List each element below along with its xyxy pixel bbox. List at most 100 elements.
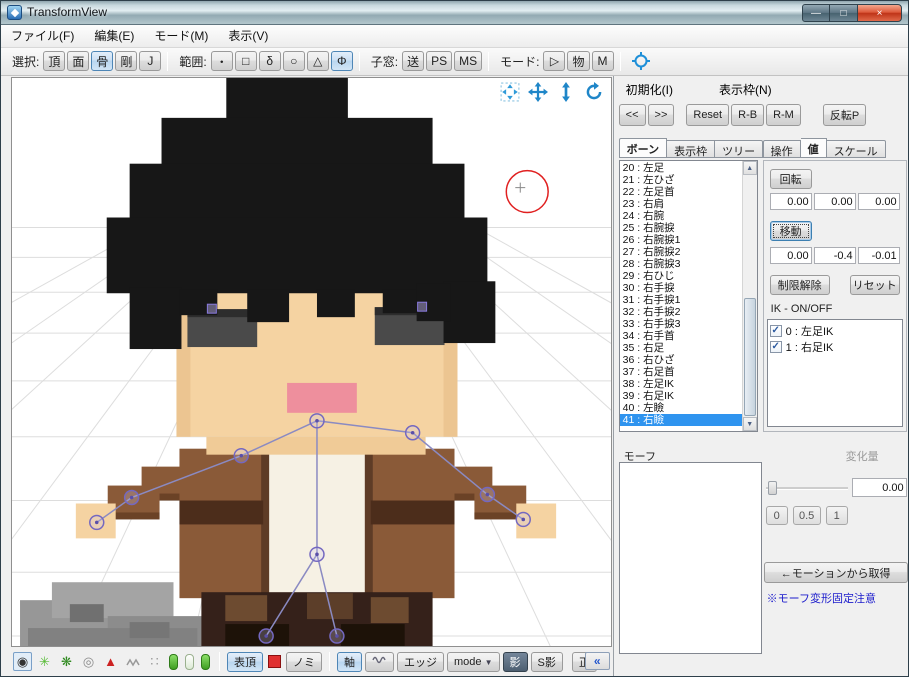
bone-list-item[interactable]: 24 : 右腕	[620, 210, 742, 222]
amount-value-field[interactable]	[851, 478, 907, 497]
shadow-button[interactable]: 影	[502, 651, 528, 672]
rotate-button[interactable]: 回転	[769, 169, 812, 189]
move-y-field[interactable]	[813, 247, 856, 264]
bone-list-item[interactable]: 34 : 右手首	[620, 330, 742, 342]
scroll-down-icon[interactable]: ▼	[742, 417, 757, 431]
range-polygon-button[interactable]: △	[306, 51, 329, 72]
collapse-panel-button[interactable]: «	[584, 652, 610, 670]
nomi-button[interactable]: ノミ	[286, 651, 322, 672]
zigzag-icon[interactable]	[123, 652, 142, 671]
move-button[interactable]: 移動	[769, 221, 812, 241]
bone-list-item[interactable]: 37 : 右足首	[620, 366, 742, 378]
scrollbar-thumb[interactable]	[743, 298, 756, 416]
menu-view[interactable]: 表示(V)	[218, 24, 278, 47]
bone-list-item[interactable]: 26 : 右腕捩1	[620, 234, 742, 246]
slider-handle[interactable]	[767, 481, 777, 495]
quick-05-button[interactable]: 0.5	[792, 506, 821, 525]
bone-list-item[interactable]: 20 : 左足	[620, 162, 742, 174]
checkbox-checked-icon[interactable]: ✓	[769, 325, 782, 337]
tab-operation[interactable]: 操作	[762, 140, 801, 158]
bone-list-item[interactable]: 41 : 右瞼	[619, 414, 742, 426]
range-circle-button[interactable]: ○	[282, 51, 305, 72]
bone-list-item[interactable]: 25 : 右腕捩	[620, 222, 742, 234]
bone-list-item[interactable]: 35 : 右足	[620, 342, 742, 354]
3d-viewport[interactable]	[11, 77, 612, 647]
amount-slider[interactable]	[765, 480, 848, 496]
init-menu[interactable]: 初期化(I)	[618, 78, 681, 101]
rb-button[interactable]: R-B	[731, 104, 765, 126]
move-view-button[interactable]	[527, 82, 549, 102]
front-vertex-button[interactable]: 表頂	[227, 651, 263, 672]
mode-dropdown[interactable]: mode ▼	[447, 651, 500, 672]
target-icon[interactable]	[631, 51, 651, 71]
morph-list[interactable]	[618, 462, 762, 654]
mode-object-button[interactable]: 物	[567, 51, 590, 72]
bone-list-item[interactable]: 29 : 右ひじ	[620, 270, 742, 282]
green-capsule2-icon[interactable]	[201, 653, 210, 670]
select-rigid-button[interactable]: 剛	[115, 51, 138, 72]
range-phi-button[interactable]: Φ	[330, 51, 353, 72]
pan-view-button[interactable]	[499, 82, 521, 102]
bone-list-item[interactable]: 30 : 右手捩	[620, 282, 742, 294]
invert-p-button[interactable]: 反転P	[822, 104, 867, 126]
child-ms-button[interactable]: MS	[454, 51, 483, 72]
axis-button[interactable]: 軸	[337, 651, 362, 672]
bone-list-item[interactable]: 23 : 右肩	[620, 198, 742, 210]
range-lasso-button[interactable]: δ	[258, 51, 281, 72]
child-ps-button[interactable]: PS	[426, 51, 453, 72]
titlebar[interactable]: TransformView — □ ×	[1, 1, 908, 25]
bone-list-item[interactable]: 40 : 左瞼	[620, 402, 742, 414]
ik-item[interactable]: ✓ 1 : 右足IK	[769, 339, 900, 355]
select-face-button[interactable]: 面	[67, 51, 90, 72]
red-triangle-icon[interactable]: ▲	[101, 652, 120, 671]
menu-mode[interactable]: モード(M)	[144, 24, 218, 47]
move-z-field[interactable]	[857, 247, 900, 264]
prev-button[interactable]: <<	[618, 104, 646, 126]
reset-button[interactable]: Reset	[686, 104, 730, 126]
tab-scale[interactable]: スケール	[826, 140, 886, 158]
rotate-z-field[interactable]	[857, 193, 900, 210]
mode-play-button[interactable]: ▷	[543, 51, 566, 72]
bone-list-item[interactable]: 38 : 左足IK	[620, 378, 742, 390]
tab-display-frame[interactable]: 表示枠	[667, 140, 716, 158]
quick-1-button[interactable]: 1	[825, 506, 848, 525]
bone-list-item[interactable]: 28 : 右腕捩3	[620, 258, 742, 270]
scroll-up-icon[interactable]: ▲	[742, 161, 757, 175]
viewport-canvas[interactable]	[12, 78, 611, 646]
zoom-view-button[interactable]	[555, 82, 577, 102]
checkbox-checked-icon[interactable]: ✓	[769, 341, 782, 353]
bone-list-item[interactable]: 39 : 右足IK	[620, 390, 742, 402]
bone-list-item[interactable]: 22 : 左足首	[620, 186, 742, 198]
next-button[interactable]: >>	[647, 104, 675, 126]
select-bone-button[interactable]: 骨	[91, 51, 114, 72]
rm-button[interactable]: R-M	[766, 104, 801, 126]
minimize-button[interactable]: —	[802, 4, 830, 23]
bone-list[interactable]: 20 : 左足 21 : 左ひざ 22 : 左足首 23 : 右肩 24 : 右腕 25 …	[619, 161, 742, 431]
maximize-button[interactable]: □	[830, 4, 857, 23]
edge-button[interactable]: エッジ	[397, 651, 444, 672]
bone-list-item[interactable]: 33 : 右手捩3	[620, 318, 742, 330]
scrollbar-track[interactable]	[743, 175, 757, 417]
white-capsule-icon[interactable]	[185, 653, 194, 670]
menu-edit[interactable]: 編集(E)	[84, 24, 144, 47]
self-shadow-button[interactable]: S影	[530, 651, 563, 672]
bone-list-item[interactable]: 36 : 右ひざ	[620, 354, 742, 366]
wave-button[interactable]	[365, 651, 394, 672]
bone-list-item[interactable]: 21 : 左ひざ	[620, 174, 742, 186]
tab-value[interactable]: 値	[800, 138, 827, 158]
unlock-button[interactable]: 制限解除	[769, 275, 830, 295]
ik-list[interactable]: ✓ 0 : 左足IK ✓ 1 : 右足IK	[766, 319, 903, 427]
close-button[interactable]: ×	[857, 4, 902, 23]
green-capsule-icon[interactable]	[169, 653, 178, 670]
reset-values-button[interactable]: リセット	[849, 275, 900, 295]
red-swatch-icon[interactable]	[268, 655, 281, 668]
get-from-motion-button[interactable]: ←モーションから取得	[763, 562, 908, 583]
filled-circle-icon[interactable]: ◉	[13, 652, 32, 671]
display-frame-menu[interactable]: 表示枠(N)	[711, 78, 780, 101]
child-send-button[interactable]: 送	[402, 51, 425, 72]
flower-asterisk-icon[interactable]: ❋	[57, 652, 76, 671]
bone-list-item[interactable]: 32 : 右手捩2	[620, 306, 742, 318]
select-joint-button[interactable]: J	[139, 51, 162, 72]
move-x-field[interactable]	[769, 247, 812, 264]
quick-0-button[interactable]: 0	[765, 506, 788, 525]
